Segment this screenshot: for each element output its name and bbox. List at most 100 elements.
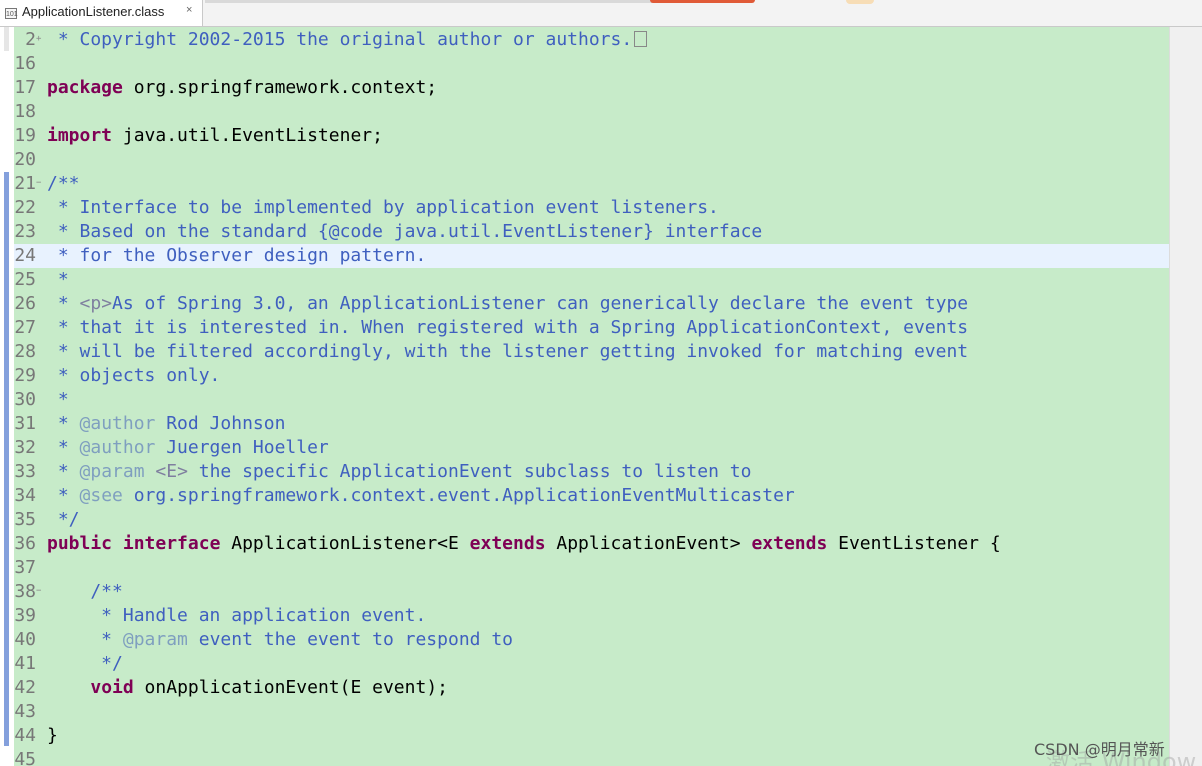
- code-line[interactable]: 17 package org.springframework.context;: [14, 76, 1169, 100]
- code-token: * for the Observer design pattern.: [47, 245, 427, 266]
- class-file-icon: 101: [5, 8, 18, 19]
- code-token: *: [47, 269, 69, 290]
- code-line[interactable]: 24 * for the Observer design pattern.: [14, 244, 1169, 268]
- line-number: 24: [14, 245, 36, 266]
- code-text: }: [47, 724, 58, 748]
- code-line[interactable]: 37: [14, 556, 1169, 580]
- code-text: * will be filtered accordingly, with the…: [47, 340, 968, 364]
- code-line[interactable]: 28 * will be filtered accordingly, with …: [14, 340, 1169, 364]
- code-text: * @param event the event to respond to: [47, 628, 513, 652]
- code-line[interactable]: 21−/**: [14, 172, 1169, 196]
- line-number: 19: [14, 125, 36, 146]
- code-line[interactable]: 38− /**: [14, 580, 1169, 604]
- code-area[interactable]: 2 + * Copyright 2002-2015 the original au…: [14, 27, 1169, 766]
- code-text: package org.springframework.context;: [47, 76, 437, 100]
- code-line[interactable]: 26 * <p>As of Spring 3.0, an Application…: [14, 292, 1169, 316]
- code-token: interface: [122, 533, 221, 554]
- code-token: @param: [79, 461, 145, 482]
- ruler-marker-changed: [4, 172, 9, 746]
- line-number: 28: [14, 341, 36, 362]
- line-number: 33: [14, 461, 36, 482]
- line-number: 22: [14, 197, 36, 218]
- code-line[interactable]: 45: [14, 748, 1169, 766]
- code-token: }: [47, 725, 58, 746]
- folded-content-marker[interactable]: [634, 31, 648, 47]
- code-token: /**: [47, 581, 123, 602]
- line-number: 23: [14, 221, 36, 242]
- fold-collapse-icon[interactable]: −: [36, 172, 46, 194]
- code-token: * will be filtered accordingly, with the…: [47, 341, 969, 362]
- line-number: 42: [14, 677, 36, 698]
- code-token: * Copyright 2002-2015 the original autho…: [47, 29, 633, 50]
- code-editor[interactable]: 2 + * Copyright 2002-2015 the original au…: [0, 27, 1202, 766]
- code-line[interactable]: 34 * @see org.springframework.context.ev…: [14, 484, 1169, 508]
- code-token: ApplicationEvent>: [545, 533, 752, 554]
- code-line[interactable]: 36 public interface ApplicationListener<E…: [14, 532, 1169, 556]
- code-token: * Based on the standard {@code java.util…: [47, 221, 763, 242]
- code-text: * Based on the standard {@code java.util…: [47, 220, 762, 244]
- code-line[interactable]: 42 void onApplicationEvent(E event);: [14, 676, 1169, 700]
- editor-tab-bar: 101 ApplicationListener.class ×: [0, 0, 1202, 27]
- code-line[interactable]: 41 */: [14, 652, 1169, 676]
- code-token: extends: [751, 533, 828, 554]
- code-text: /**: [47, 580, 123, 604]
- code-line[interactable]: 2 + * Copyright 2002-2015 the original au…: [14, 28, 1169, 52]
- code-line[interactable]: 16: [14, 52, 1169, 76]
- code-token: <p>: [79, 293, 113, 314]
- toolbar-accent: [650, 0, 755, 3]
- code-token: /**: [47, 173, 80, 194]
- code-line[interactable]: 20: [14, 148, 1169, 172]
- code-token: * objects only.: [47, 365, 221, 386]
- code-line[interactable]: 31 * @author Rod Johnson: [14, 412, 1169, 436]
- code-line[interactable]: 30 *: [14, 388, 1169, 412]
- close-icon[interactable]: ×: [186, 4, 192, 16]
- code-token: org.springframework.context.event.Applic…: [122, 485, 795, 506]
- line-number: 25: [14, 269, 36, 290]
- code-line[interactable]: 25 *: [14, 268, 1169, 292]
- line-number: 26: [14, 293, 36, 314]
- fold-expand-icon[interactable]: +: [36, 28, 46, 50]
- code-line[interactable]: 44}: [14, 724, 1169, 748]
- code-text: * Interface to be implemented by applica…: [47, 196, 719, 220]
- code-line[interactable]: 29 * objects only.: [14, 364, 1169, 388]
- code-text: *: [47, 268, 69, 292]
- code-line[interactable]: 27 * that it is interested in. When regi…: [14, 316, 1169, 340]
- line-number: 37: [14, 557, 36, 578]
- line-number: 38: [14, 581, 36, 602]
- code-text: import java.util.EventListener;: [47, 124, 383, 148]
- vertical-scrollbar[interactable]: [1169, 27, 1202, 766]
- code-line[interactable]: 35 */: [14, 508, 1169, 532]
- code-token: import: [47, 125, 113, 146]
- code-line[interactable]: 33 * @param <E> the specific Application…: [14, 460, 1169, 484]
- code-line[interactable]: 39 * Handle an application event.: [14, 604, 1169, 628]
- code-line[interactable]: 22 * Interface to be implemented by appl…: [14, 196, 1169, 220]
- code-text: public interface ApplicationListener<E e…: [47, 532, 1001, 556]
- code-line[interactable]: 23 * Based on the standard {@code java.u…: [14, 220, 1169, 244]
- code-token: public: [47, 533, 113, 554]
- code-text: *: [47, 388, 69, 412]
- code-line[interactable]: 18: [14, 100, 1169, 124]
- tab-application-listener[interactable]: 101 ApplicationListener.class ×: [0, 0, 203, 26]
- line-number: 29: [14, 365, 36, 386]
- change-ruler: [0, 27, 14, 766]
- code-text: * Handle an application event.: [47, 604, 426, 628]
- code-token: *: [47, 485, 80, 506]
- code-token: *: [47, 629, 123, 650]
- line-number: 31: [14, 413, 36, 434]
- line-number: 39: [14, 605, 36, 626]
- code-token: *: [47, 461, 80, 482]
- fold-collapse-icon[interactable]: −: [36, 580, 46, 602]
- line-number: 27: [14, 317, 36, 338]
- code-line[interactable]: 43: [14, 700, 1169, 724]
- code-text: * objects only.: [47, 364, 221, 388]
- line-number: 34: [14, 485, 36, 506]
- code-token: onApplicationEvent(E event);: [133, 677, 448, 698]
- line-number: 43: [14, 701, 36, 722]
- line-number: 18: [14, 101, 36, 122]
- code-line[interactable]: 40 * @param event the event to respond t…: [14, 628, 1169, 652]
- code-text: * @see org.springframework.context.event…: [47, 484, 795, 508]
- code-line[interactable]: 32 * @author Juergen Hoeller: [14, 436, 1169, 460]
- code-line[interactable]: 19 import java.util.EventListener;: [14, 124, 1169, 148]
